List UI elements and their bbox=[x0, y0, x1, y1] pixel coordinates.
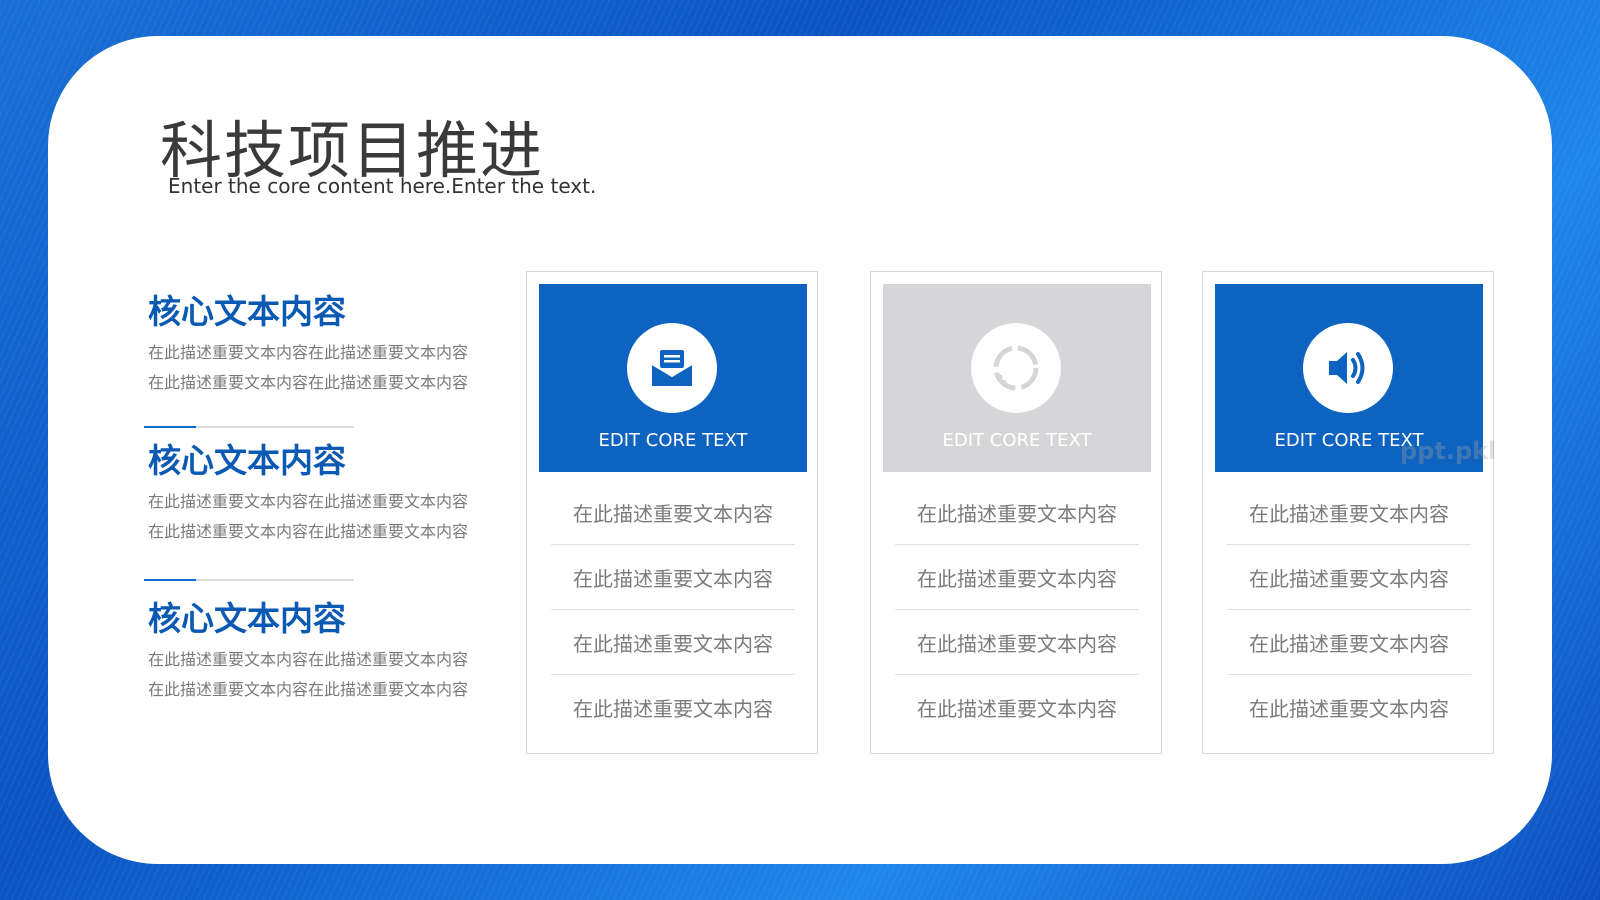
feature-card-label: EDIT CORE TEXT bbox=[942, 430, 1092, 451]
feature-card-list: 在此描述重要文本内容 在此描述重要文本内容 在此描述重要文本内容 在此描述重要文… bbox=[895, 480, 1139, 739]
feature-card: EDIT CORE TEXT 在此描述重要文本内容 在此描述重要文本内容 在此描… bbox=[870, 271, 1162, 754]
list-item: 在此描述重要文本内容 bbox=[551, 480, 795, 545]
feature-card-list: 在此描述重要文本内容 在此描述重要文本内容 在此描述重要文本内容 在此描述重要文… bbox=[551, 480, 795, 739]
feature-card-header: EDIT CORE TEXT bbox=[539, 284, 807, 472]
description-line: 在此描述重要文本内容在此描述重要文本内容 bbox=[148, 680, 469, 699]
description-line: 在此描述重要文本内容在此描述重要文本内容 bbox=[148, 650, 469, 669]
refresh-circle-icon bbox=[993, 345, 1039, 391]
description-line: 在此描述重要文本内容在此描述重要文本内容 bbox=[148, 522, 469, 541]
list-item: 在此描述重要文本内容 bbox=[917, 696, 1117, 721]
icon-badge bbox=[971, 323, 1061, 413]
section-divider bbox=[144, 579, 354, 581]
list-item: 在此描述重要文本内容 bbox=[895, 610, 1139, 675]
left-text-block: 核心文本内容 在此描述重要文本内容在此描述重要文本内容 在此描述重要文本内容在此… bbox=[148, 599, 468, 705]
feature-card-label: EDIT CORE TEXT bbox=[598, 430, 748, 451]
feature-card: EDIT CORE TEXT 在此描述重要文本内容 在此描述重要文本内容 在此描… bbox=[526, 271, 818, 754]
icon-badge bbox=[627, 323, 717, 413]
description-line: 在此描述重要文本内容在此描述重要文本内容 bbox=[148, 343, 469, 362]
section-divider bbox=[144, 426, 354, 428]
block-description: 在此描述重要文本内容在此描述重要文本内容 在此描述重要文本内容在此描述重要文本内… bbox=[148, 487, 468, 547]
list-item: 在此描述重要文本内容 bbox=[895, 545, 1139, 610]
block-heading: 核心文本内容 bbox=[148, 599, 346, 638]
description-line: 在此描述重要文本内容在此描述重要文本内容 bbox=[148, 492, 469, 511]
list-item: 在此描述重要文本内容 bbox=[1249, 696, 1449, 721]
envelope-icon bbox=[651, 350, 693, 386]
list-item: 在此描述重要文本内容 bbox=[895, 480, 1139, 545]
slide-subtitle: Enter the core content here.Enter the te… bbox=[168, 174, 597, 198]
watermark: ppt.pkl bbox=[1400, 437, 1497, 465]
list-item: 在此描述重要文本内容 bbox=[551, 545, 795, 610]
list-item: 在此描述重要文本内容 bbox=[1227, 610, 1471, 675]
feature-card: EDIT CORE TEXT 在此描述重要文本内容 在此描述重要文本内容 在此描… bbox=[1202, 271, 1494, 754]
block-description: 在此描述重要文本内容在此描述重要文本内容 在此描述重要文本内容在此描述重要文本内… bbox=[148, 338, 468, 398]
left-text-block: 核心文本内容 在此描述重要文本内容在此描述重要文本内容 在此描述重要文本内容在此… bbox=[148, 441, 468, 547]
block-description: 在此描述重要文本内容在此描述重要文本内容 在此描述重要文本内容在此描述重要文本内… bbox=[148, 645, 468, 705]
description-line: 在此描述重要文本内容在此描述重要文本内容 bbox=[148, 373, 469, 392]
feature-card-list: 在此描述重要文本内容 在此描述重要文本内容 在此描述重要文本内容 在此描述重要文… bbox=[1227, 480, 1471, 739]
icon-badge bbox=[1303, 323, 1393, 413]
block-heading: 核心文本内容 bbox=[148, 441, 346, 480]
list-item: 在此描述重要文本内容 bbox=[1227, 545, 1471, 610]
list-item: 在此描述重要文本内容 bbox=[551, 610, 795, 675]
list-item: 在此描述重要文本内容 bbox=[573, 696, 773, 721]
feature-card-header: EDIT CORE TEXT bbox=[883, 284, 1151, 472]
list-item: 在此描述重要文本内容 bbox=[1227, 480, 1471, 545]
block-heading: 核心文本内容 bbox=[148, 292, 346, 331]
left-text-block: 核心文本内容 在此描述重要文本内容在此描述重要文本内容 在此描述重要文本内容在此… bbox=[148, 292, 468, 398]
speaker-icon bbox=[1329, 352, 1365, 384]
